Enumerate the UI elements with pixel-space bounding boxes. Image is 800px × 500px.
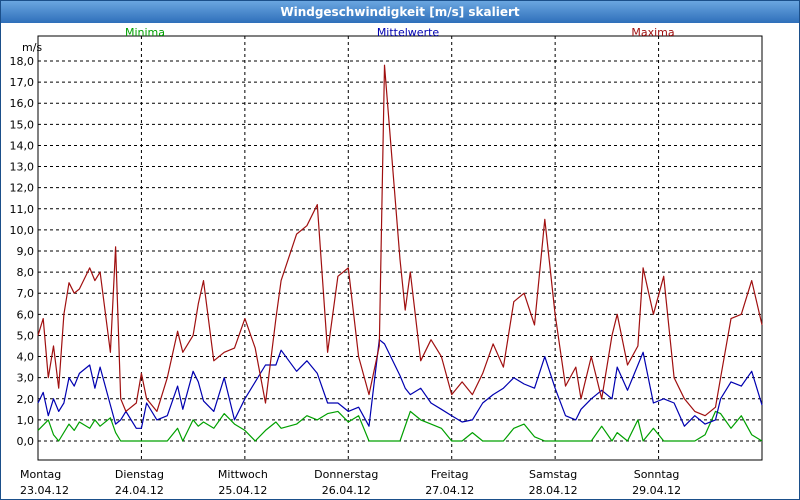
y-tick-label: 16,0 [10,97,35,110]
y-axis-ticks: 0,0 1,0 2,0 3,0 4,0 5,0 6,0 7,0 8,0 9,0 10,0 11,0 12… [10,55,35,448]
y-tick-label: 7,0 [17,287,35,300]
y-tick-label: 13,0 [10,161,35,174]
day-date-label: 23.04.12 [20,484,69,497]
y-axis-label: m/s [22,41,42,54]
legend-mittelwerte: Mittelwerte [377,26,440,39]
y-tick-label: 17,0 [10,76,35,89]
day-weekday-label: Mittwoch [218,468,268,481]
y-tick-label: 14,0 [10,139,35,152]
wind-speed-chart: 0,0 1,0 2,0 3,0 4,0 5,0 6,0 7,0 8,0 9,0 10,0 11,0 12… [10,26,763,497]
day-weekday-label: Donnerstag [314,468,378,481]
y-tick-label: 4,0 [17,351,35,364]
y-tick-label: 11,0 [10,203,35,216]
legend-minima: Minima [125,26,165,39]
day-weekday-label: Freitag [431,468,469,481]
legend-maxima: Maxima [631,26,674,39]
y-tick-label: 0,0 [17,435,35,448]
y-tick-label: 6,0 [17,308,35,321]
day-date-label: 29.04.12 [632,484,681,497]
y-tick-label: 10,0 [10,224,35,237]
day-date-label: 26.04.12 [322,484,371,497]
x-axis-days: Montag 23.04.12 Dienstag 24.04.12 Mittwoch 25… [20,468,681,497]
y-tick-label: 1,0 [17,414,35,427]
day-weekday-label: Sonntag [634,468,680,481]
y-tick-label: 5,0 [17,329,35,342]
day-date-label: 27.04.12 [425,484,474,497]
day-date-label: 25.04.12 [218,484,267,497]
y-tick-label: 18,0 [10,55,35,68]
day-weekday-label: Samstag [529,468,577,481]
day-date-label: 28.04.12 [529,484,578,497]
y-tick-label: 3,0 [17,372,35,385]
day-weekday-label: Montag [20,468,61,481]
y-tick-label: 9,0 [17,245,35,258]
day-date-label: 24.04.12 [115,484,164,497]
y-tick-label: 15,0 [10,118,35,131]
y-tick-label: 12,0 [10,182,35,195]
day-weekday-label: Dienstag [115,468,164,481]
y-tick-label: 2,0 [17,393,35,406]
y-tick-label: 8,0 [17,266,35,279]
